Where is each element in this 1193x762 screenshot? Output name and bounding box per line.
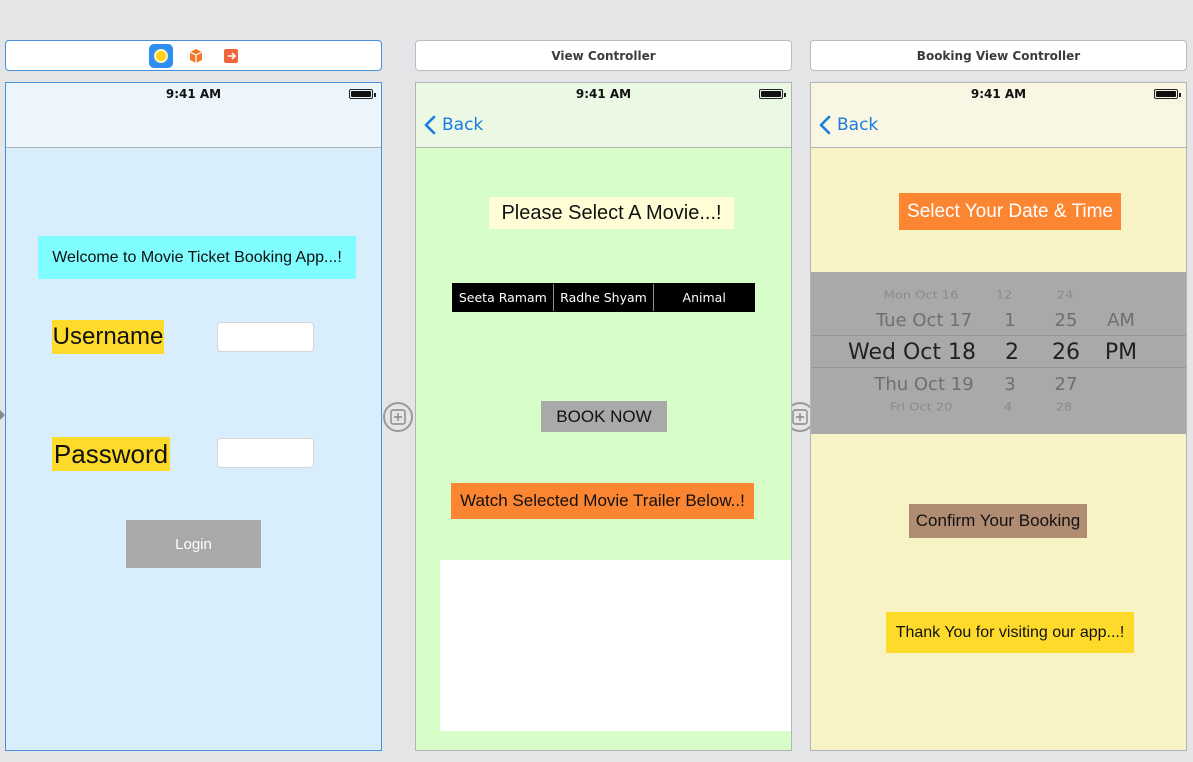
status-bar: 9:41 AM xyxy=(416,83,791,107)
segment-seeta-ramam[interactable]: Seeta Ramam xyxy=(453,284,554,311)
picker-ampm-selected: PM xyxy=(1104,340,1138,365)
booking-screen: 9:41 AM Back Select Your Date & Time Mon… xyxy=(810,82,1187,751)
back-chevron-icon xyxy=(424,115,436,135)
picker-minute-cell: 28 xyxy=(1055,401,1073,414)
trailer-web-view[interactable] xyxy=(440,560,791,731)
segment-animal[interactable]: Animal xyxy=(654,284,754,311)
thank-you-label: Thank You for visiting our app...! xyxy=(886,612,1134,653)
segment-radhe-shyam[interactable]: Radhe Shyam xyxy=(554,284,655,311)
first-responder-icon[interactable] xyxy=(187,47,205,65)
battery-icon xyxy=(759,89,786,99)
back-button[interactable]: Back xyxy=(819,115,878,135)
view-controller-icon[interactable] xyxy=(148,43,173,68)
picker-date-selected: Wed Oct 18 xyxy=(848,340,976,365)
picker-hour-cell: 4 xyxy=(1003,401,1013,414)
status-bar: 9:41 AM xyxy=(811,83,1186,107)
picker-minute-selected: 26 xyxy=(1052,340,1080,365)
scene-dock-login[interactable] xyxy=(5,40,382,71)
picker-date-cell: Mon Oct 16 xyxy=(883,289,959,302)
exit-icon[interactable] xyxy=(223,48,239,64)
picker-date-cell: Thu Oct 19 xyxy=(874,374,974,395)
status-time: 9:41 AM xyxy=(970,87,1027,101)
login-screen: 9:41 AM Welcome to Movie Ticket Booking … xyxy=(5,82,382,751)
picker-minute-cell: 27 xyxy=(1054,374,1078,395)
username-field[interactable] xyxy=(217,322,314,352)
book-now-button[interactable]: BOOK NOW xyxy=(541,401,667,432)
picker-minute-cell: 24 xyxy=(1056,289,1074,302)
back-chevron-icon xyxy=(819,115,831,135)
picker-ampm-cell: AM xyxy=(1107,310,1135,331)
movie-segmented-control[interactable]: Seeta Ramam Radhe Shyam Animal xyxy=(452,283,755,312)
select-movie-heading: Please Select A Movie...! xyxy=(489,197,734,229)
date-time-heading: Select Your Date & Time xyxy=(899,193,1121,230)
segue-icon[interactable] xyxy=(383,402,413,432)
picker-minute-cell: 25 xyxy=(1054,310,1078,331)
password-label: Password xyxy=(52,437,170,471)
movie-select-screen: 9:41 AM Back Please Select A Movie...! S… xyxy=(415,82,792,751)
back-label: Back xyxy=(837,115,879,135)
back-button[interactable]: Back xyxy=(424,115,483,135)
login-button[interactable]: Login xyxy=(126,520,261,568)
password-field[interactable] xyxy=(217,438,314,468)
status-time: 9:41 AM xyxy=(575,87,632,101)
picker-date-cell: Tue Oct 17 xyxy=(875,310,973,331)
picker-hour-cell: 1 xyxy=(1004,310,1016,331)
back-label: Back xyxy=(442,115,484,135)
confirm-booking-button[interactable]: Confirm Your Booking xyxy=(909,504,1087,538)
username-label: Username xyxy=(52,320,164,354)
scene-title-booking[interactable]: Booking View Controller xyxy=(810,40,1187,71)
welcome-label: Welcome to Movie Ticket Booking App...! xyxy=(38,236,356,279)
picker-hour-selected: 2 xyxy=(1005,340,1019,365)
date-picker[interactable]: Mon Oct 16 12 24 Tue Oct 17 1 25 AM Wed … xyxy=(811,272,1186,434)
picker-hour-cell: 12 xyxy=(995,289,1013,302)
scene-title-view-controller[interactable]: View Controller xyxy=(415,40,792,71)
battery-icon xyxy=(1154,89,1181,99)
battery-icon xyxy=(349,89,376,99)
status-bar: 9:41 AM xyxy=(6,83,381,107)
picker-hour-cell: 3 xyxy=(1004,374,1016,395)
trailer-label: Watch Selected Movie Trailer Below..! xyxy=(451,483,754,519)
picker-date-cell: Fri Oct 20 xyxy=(889,401,953,414)
status-time: 9:41 AM xyxy=(165,87,222,101)
